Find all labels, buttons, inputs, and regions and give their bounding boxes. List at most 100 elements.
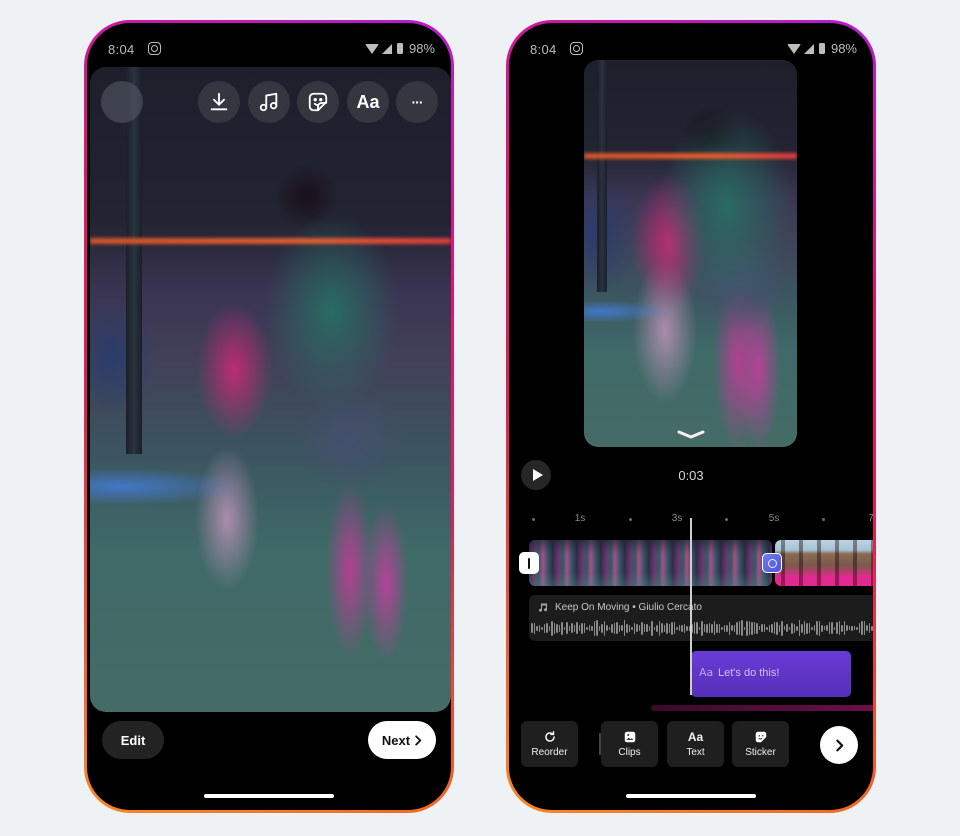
signal-icon bbox=[803, 43, 814, 54]
waveform-bar bbox=[653, 626, 655, 630]
waveform-bar bbox=[763, 624, 765, 632]
waveform-bar bbox=[786, 624, 788, 632]
waveform-bar bbox=[546, 623, 548, 633]
text-tool-button[interactable]: Aa Text bbox=[667, 721, 724, 767]
waveform-bar bbox=[731, 625, 733, 631]
sticker-tool-button[interactable]: Sticker bbox=[732, 721, 789, 767]
waveform-bar bbox=[598, 625, 600, 631]
waveform-bar bbox=[596, 620, 598, 636]
waveform-bar bbox=[728, 621, 730, 635]
waveform-bar bbox=[623, 620, 625, 636]
waveform-bar bbox=[706, 623, 708, 633]
edit-button[interactable]: Edit bbox=[102, 721, 164, 759]
waveform-bar bbox=[846, 625, 848, 631]
next-button[interactable]: Next bbox=[368, 721, 436, 759]
music-button[interactable] bbox=[248, 81, 290, 123]
trim-handle[interactable] bbox=[519, 552, 539, 574]
home-indicator[interactable] bbox=[626, 794, 756, 798]
waveform-bar bbox=[643, 624, 645, 632]
waveform-bar bbox=[738, 621, 740, 635]
photo-neon bbox=[90, 237, 451, 244]
text-clip-label: Let's do this! bbox=[718, 667, 780, 679]
waveform-bar bbox=[843, 621, 845, 635]
sticker-track[interactable] bbox=[651, 705, 873, 711]
waveform-bar bbox=[758, 626, 760, 630]
chevron-down-icon[interactable] bbox=[676, 429, 706, 439]
playback-time: 0:03 bbox=[678, 468, 704, 483]
more-icon: ··· bbox=[411, 94, 424, 110]
phone-right: 8:04 98% 0:03 1s 3s 5s 7 Keep On Moving … bbox=[506, 20, 876, 813]
waveform-bar bbox=[588, 625, 590, 631]
home-indicator[interactable] bbox=[204, 794, 334, 798]
video-clip-1[interactable] bbox=[529, 540, 772, 586]
waveform-bar bbox=[628, 624, 630, 632]
text-button[interactable]: Aa bbox=[347, 81, 389, 123]
reorder-button[interactable]: Reorder bbox=[521, 721, 578, 767]
text-aa-icon: Aa bbox=[687, 730, 704, 744]
status-time: 8:04 bbox=[530, 42, 557, 57]
waveform-bar bbox=[696, 622, 698, 634]
next-button[interactable] bbox=[820, 726, 858, 764]
preview-neon bbox=[584, 152, 797, 159]
waveform-bar bbox=[823, 626, 825, 630]
waveform-bar bbox=[681, 624, 683, 632]
chevron-right-icon bbox=[835, 739, 843, 751]
ruler-dot bbox=[725, 518, 728, 521]
transition-button[interactable] bbox=[762, 553, 782, 573]
playhead[interactable] bbox=[690, 518, 692, 695]
waveform-bar bbox=[606, 625, 608, 631]
waveform-bar bbox=[751, 621, 753, 635]
waveform-bar bbox=[761, 624, 763, 632]
waveform-bar bbox=[541, 626, 543, 630]
audio-track[interactable]: Keep On Moving • Giulio Cercato bbox=[529, 595, 873, 641]
sticker-icon bbox=[308, 92, 328, 112]
waveform-bar bbox=[743, 626, 745, 630]
battery-icon bbox=[396, 43, 403, 54]
waveform-bar bbox=[583, 623, 585, 633]
battery-percent: 98% bbox=[408, 41, 435, 56]
waveform-bar bbox=[641, 621, 643, 635]
waveform-bar bbox=[848, 626, 850, 630]
waveform-bar bbox=[716, 623, 718, 633]
waveform-bar bbox=[811, 626, 813, 630]
status-right: 98% bbox=[786, 41, 857, 56]
download-button[interactable] bbox=[198, 81, 240, 123]
waveform-bar bbox=[801, 623, 803, 633]
waveform-bar bbox=[548, 625, 550, 631]
waveform-bar bbox=[726, 624, 728, 632]
more-button[interactable]: ··· bbox=[396, 81, 438, 123]
profile-avatar[interactable] bbox=[101, 81, 143, 123]
waveform-bar bbox=[723, 624, 725, 632]
waveform-bar bbox=[676, 626, 678, 630]
video-preview[interactable] bbox=[584, 60, 797, 447]
clips-label: Clips bbox=[618, 747, 641, 758]
canvas: 8:04 98% Aa ··· Edit Next 8:04 98% 0:03 … bbox=[0, 0, 960, 836]
waveform-bar bbox=[556, 623, 558, 633]
waveform-bar bbox=[666, 622, 668, 634]
waveform-bar bbox=[711, 623, 713, 633]
text-clip[interactable]: Aa Let's do this! bbox=[691, 651, 851, 697]
waveform-bar bbox=[578, 625, 580, 631]
sticker-icon bbox=[755, 731, 766, 743]
waveform-bar bbox=[778, 624, 780, 632]
audio-waveform bbox=[529, 619, 873, 637]
waveform-bar bbox=[771, 623, 773, 633]
video-clip-2[interactable] bbox=[775, 540, 873, 586]
wifi-icon bbox=[786, 43, 801, 54]
battery-percent: 98% bbox=[830, 41, 857, 56]
waveform-bar bbox=[806, 622, 808, 634]
sticker-button[interactable] bbox=[297, 81, 339, 123]
waveform-bar bbox=[816, 621, 818, 635]
preview-pillar bbox=[596, 60, 607, 293]
edit-label: Edit bbox=[120, 732, 146, 748]
waveform-bar bbox=[781, 620, 783, 636]
clips-button[interactable]: Clips bbox=[601, 721, 658, 767]
story-photo[interactable] bbox=[90, 67, 451, 712]
waveform-bar bbox=[618, 624, 620, 632]
waveform-bar bbox=[713, 621, 715, 635]
waveform-bar bbox=[853, 626, 855, 630]
waveform-bar bbox=[551, 620, 553, 636]
waveform-bar bbox=[741, 620, 743, 636]
waveform-bar bbox=[663, 624, 665, 632]
waveform-bar bbox=[826, 625, 828, 631]
